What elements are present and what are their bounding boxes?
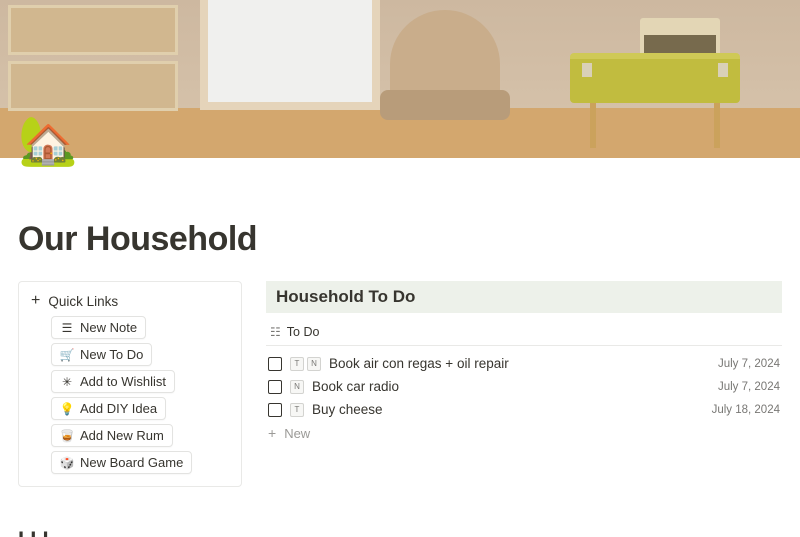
checkbox[interactable]: [268, 403, 282, 417]
todo-date: July 7, 2024: [718, 381, 780, 393]
add-new-todo[interactable]: + New: [266, 421, 782, 445]
todo-title: Book car radio: [312, 379, 710, 394]
quick-link-label: Add DIY Idea: [80, 401, 157, 416]
quick-link-label: New Note: [80, 320, 137, 335]
todo-tags: N: [290, 380, 304, 394]
todo-tags: TN: [290, 357, 321, 371]
quick-links-label: Quick Links: [48, 294, 118, 309]
quick-link-button[interactable]: ✳ Add to Wishlist: [51, 370, 175, 393]
quick-link-icon: ☰: [60, 321, 74, 335]
plus-icon: +: [31, 292, 40, 310]
tag: N: [307, 357, 321, 371]
quick-link-label: New Board Game: [80, 455, 183, 470]
list-icon: ☷: [270, 325, 281, 339]
quick-links-block: + Quick Links ☰ New Note 🛒 New To Do ✳ Add to…: [18, 281, 242, 487]
tag: T: [290, 403, 304, 417]
section-title[interactable]: Household To Do: [266, 281, 782, 313]
quick-link-icon: 💡: [60, 402, 74, 416]
quick-link-button[interactable]: 🥃 Add New Rum: [51, 424, 173, 447]
quick-link-button[interactable]: 💡 Add DIY Idea: [51, 397, 166, 420]
checkbox[interactable]: [268, 380, 282, 394]
todo-row[interactable]: N Book car radio July 7, 2024: [266, 375, 782, 398]
todo-date: July 7, 2024: [718, 358, 780, 370]
todo-title: Book air con regas + oil repair: [329, 356, 710, 371]
quick-link-button[interactable]: ☰ New Note: [51, 316, 146, 339]
todo-tags: T: [290, 403, 304, 417]
todo-row[interactable]: TN Book air con regas + oil repair July 7,…: [266, 352, 782, 375]
quick-link-label: New To Do: [80, 347, 143, 362]
todo-title: Buy cheese: [312, 402, 704, 417]
quick-link-label: Add to Wishlist: [80, 374, 166, 389]
todo-date: July 18, 2024: [712, 404, 780, 416]
quick-links-header[interactable]: + Quick Links: [31, 292, 229, 310]
tag: N: [290, 380, 304, 394]
cover-image: [0, 0, 800, 158]
quick-link-button[interactable]: 🎲 New Board Game: [51, 451, 192, 474]
quick-link-icon: 🥃: [60, 429, 74, 443]
view-tab-todo[interactable]: ☷ To Do: [266, 319, 782, 346]
view-tab-label: To Do: [287, 325, 320, 339]
new-label: New: [284, 426, 310, 441]
quick-link-icon: ✳: [60, 375, 74, 389]
next-section-peek: I I I: [18, 527, 782, 537]
quick-link-label: Add New Rum: [80, 428, 164, 443]
quick-link-icon: 🛒: [60, 348, 74, 362]
todo-row[interactable]: T Buy cheese July 18, 2024: [266, 398, 782, 421]
page-icon[interactable]: 🏡: [18, 118, 78, 166]
checkbox[interactable]: [268, 357, 282, 371]
tag: T: [290, 357, 304, 371]
plus-icon: +: [268, 425, 276, 441]
quick-link-button[interactable]: 🛒 New To Do: [51, 343, 152, 366]
page-title[interactable]: Our Household: [18, 220, 782, 259]
quick-link-icon: 🎲: [60, 456, 74, 470]
